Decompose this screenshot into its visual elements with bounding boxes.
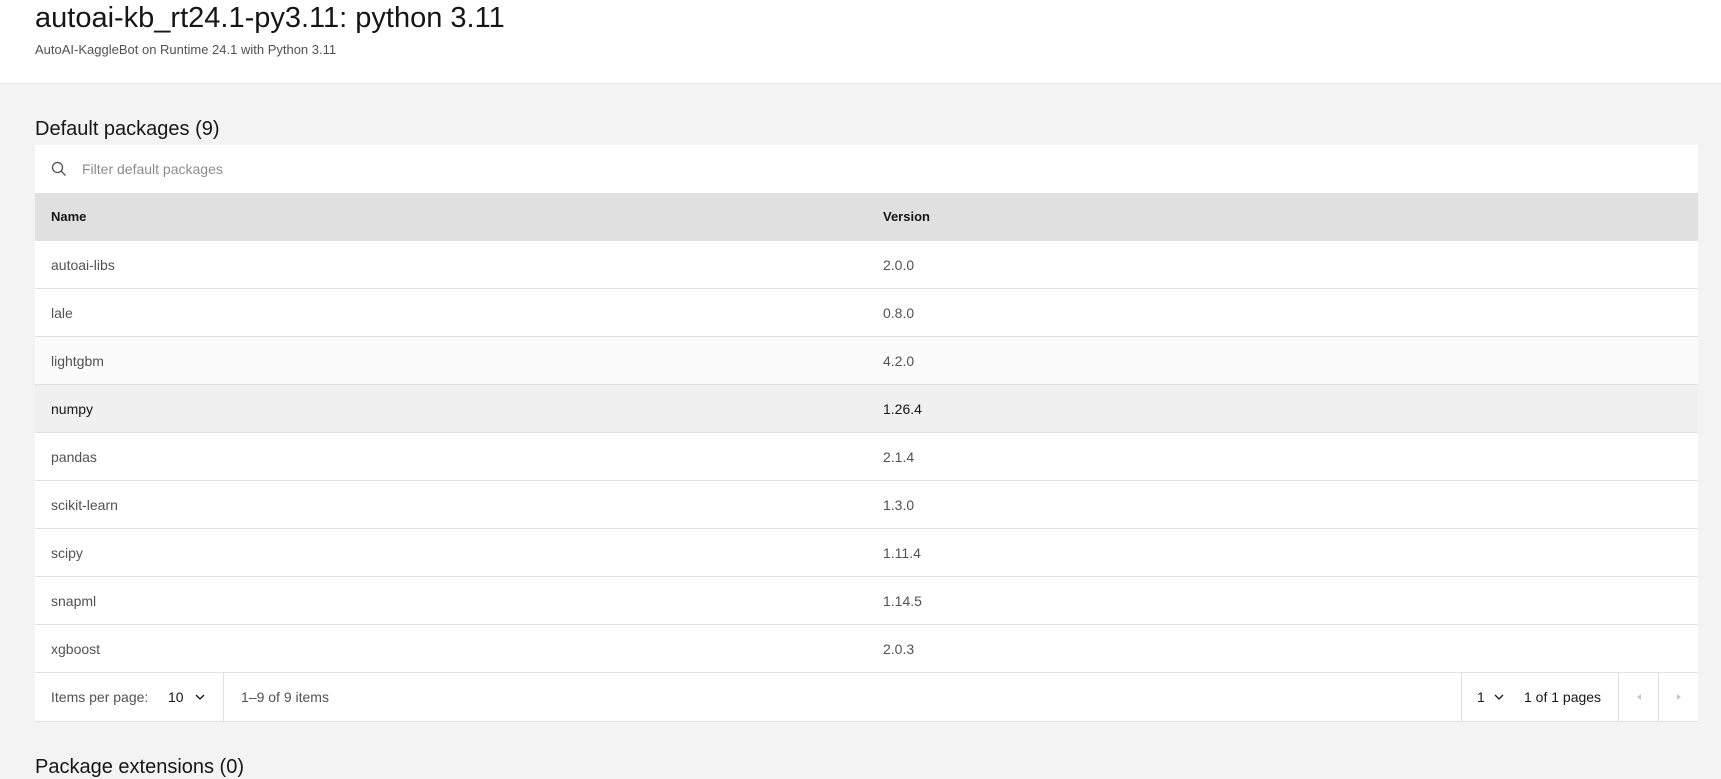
column-header-name[interactable]: Name bbox=[51, 209, 86, 224]
page-subtitle: AutoAI-KaggleBot on Runtime 24.1 with Py… bbox=[35, 42, 337, 57]
table-row[interactable]: pandas 2.1.4 bbox=[35, 433, 1698, 481]
package-version: 1.11.4 bbox=[883, 545, 921, 561]
pages-text: 1 of 1 pages bbox=[1524, 689, 1602, 705]
next-page-button[interactable] bbox=[1659, 673, 1699, 721]
default-packages-table: Name Version autoai-libs 2.0.0 lale 0.8.… bbox=[35, 145, 1698, 722]
pagination-divider bbox=[223, 673, 224, 721]
package-version: 2.0.3 bbox=[883, 641, 915, 657]
table-row[interactable]: scikit-learn 1.3.0 bbox=[35, 481, 1698, 529]
chevron-down-icon bbox=[195, 694, 205, 700]
search-icon bbox=[51, 161, 66, 176]
package-name: scikit-learn bbox=[51, 497, 118, 513]
package-version: 4.2.0 bbox=[883, 353, 915, 369]
items-range-text: 1–9 of 9 items bbox=[241, 689, 329, 705]
pagination-bar: Items per page: 10 1–9 of 9 items 1 1 of… bbox=[35, 673, 1698, 722]
page-header: autoai-kb_rt24.1-py3.11: python 3.11 Aut… bbox=[0, 0, 1721, 84]
package-name: snapml bbox=[51, 593, 97, 609]
caret-right-icon bbox=[1677, 694, 1681, 700]
filter-bar bbox=[35, 145, 1698, 193]
package-version: 1.3.0 bbox=[883, 497, 915, 513]
package-version: 1.14.5 bbox=[883, 593, 922, 609]
chevron-down-icon bbox=[1494, 694, 1504, 700]
page-title: autoai-kb_rt24.1-py3.11: python 3.11 bbox=[35, 2, 505, 34]
previous-page-button[interactable] bbox=[1619, 673, 1659, 721]
table-row[interactable]: scipy 1.11.4 bbox=[35, 529, 1698, 577]
table-header: Name Version bbox=[35, 193, 1698, 241]
package-name: pandas bbox=[51, 449, 97, 465]
package-name: autoai-libs bbox=[51, 257, 115, 273]
table-row[interactable]: autoai-libs 2.0.0 bbox=[35, 241, 1698, 289]
package-name: numpy bbox=[51, 401, 94, 417]
package-name: lightgbm bbox=[51, 353, 104, 369]
table-row[interactable]: lightgbm 4.2.0 bbox=[35, 337, 1698, 385]
pagination-divider bbox=[1461, 673, 1462, 721]
package-version: 1.26.4 bbox=[883, 401, 922, 417]
filter-default-packages-input[interactable] bbox=[82, 145, 1662, 193]
table-row[interactable]: lale 0.8.0 bbox=[35, 289, 1698, 337]
table-row[interactable]: snapml 1.14.5 bbox=[35, 577, 1698, 625]
package-extensions-title: Package extensions (0) bbox=[35, 756, 245, 778]
package-name: xgboost bbox=[51, 641, 101, 657]
package-name: lale bbox=[51, 305, 73, 321]
package-version: 0.8.0 bbox=[883, 305, 915, 321]
column-header-version[interactable]: Version bbox=[883, 209, 930, 224]
default-packages-title: Default packages (9) bbox=[35, 118, 220, 140]
items-per-page-label: Items per page: bbox=[51, 689, 149, 705]
page-number-value: 1 bbox=[1477, 689, 1485, 705]
package-name: scipy bbox=[51, 545, 83, 561]
package-version: 2.0.0 bbox=[883, 257, 915, 273]
package-version: 2.1.4 bbox=[883, 449, 915, 465]
items-per-page-value: 10 bbox=[168, 689, 184, 705]
table-row[interactable]: numpy 1.26.4 bbox=[35, 385, 1698, 433]
caret-left-icon bbox=[1637, 694, 1641, 700]
table-row[interactable]: xgboost 2.0.3 bbox=[35, 625, 1698, 673]
items-per-page-select[interactable]: 10 bbox=[168, 689, 206, 705]
page-number-select[interactable]: 1 bbox=[1477, 689, 1505, 705]
